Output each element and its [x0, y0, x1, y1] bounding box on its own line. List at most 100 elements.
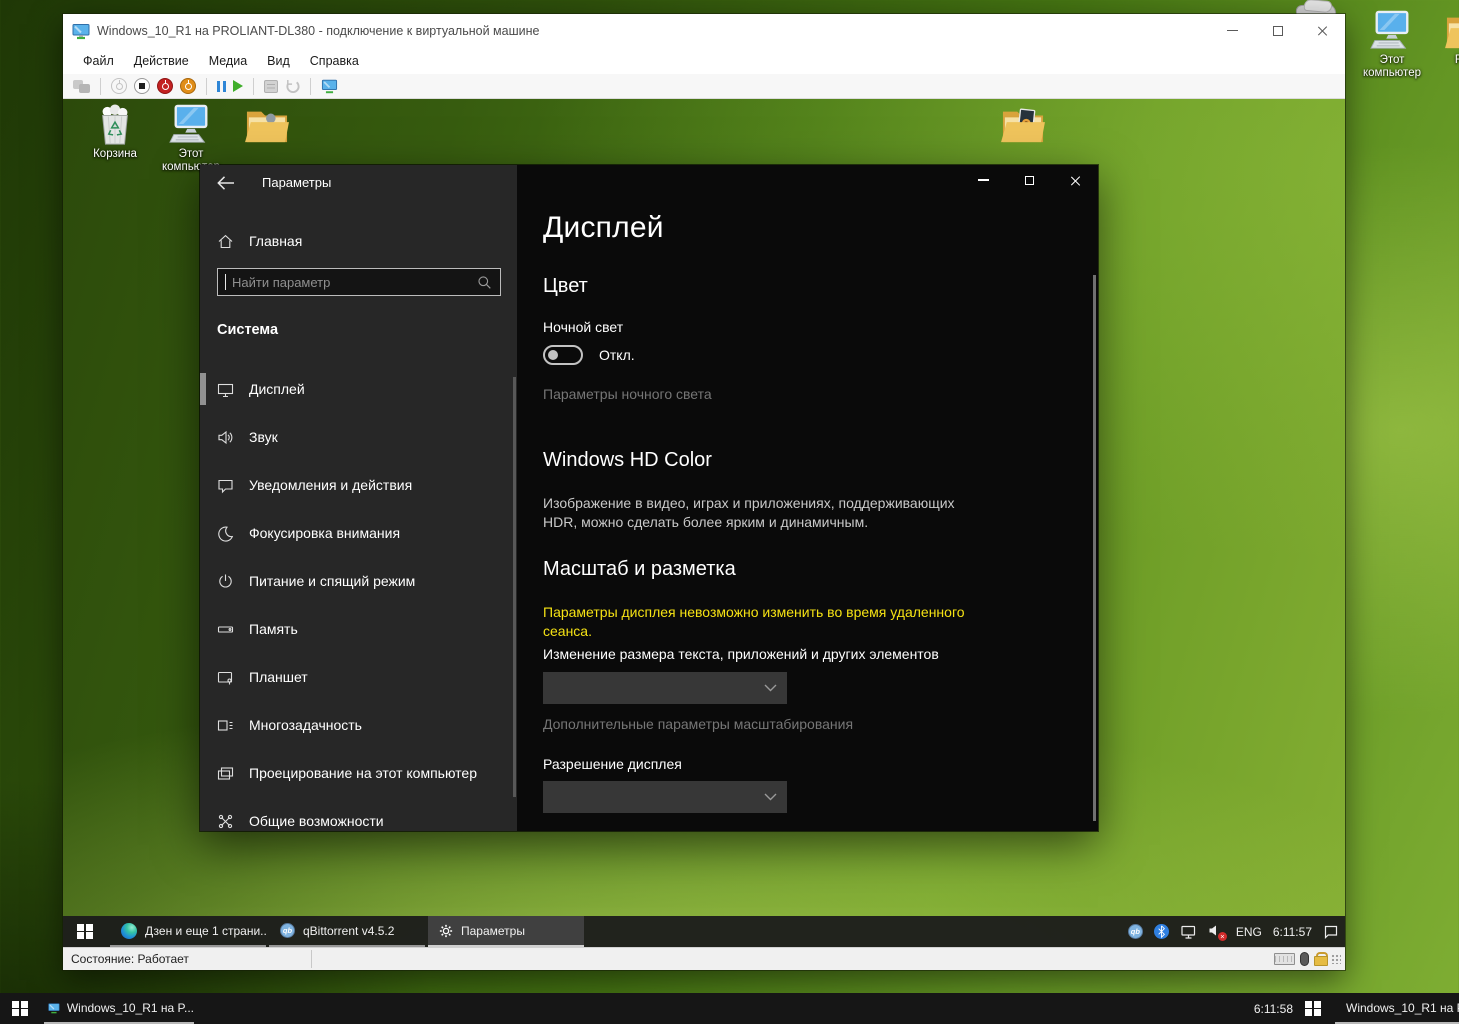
- host-desktop-icon-folder[interactable]: Rom: [1432, 10, 1459, 67]
- ctrl-alt-del-icon[interactable]: [73, 80, 90, 93]
- sidebar-nav: Дисплей Звук Уведомления и действия: [200, 365, 517, 831]
- tablet-icon: [217, 669, 234, 686]
- scaling-dropdown[interactable]: [543, 672, 787, 704]
- maximize-button[interactable]: [1255, 14, 1300, 47]
- taskbar-task-qbittorrent[interactable]: qb qBittorrent v4.5.2: [269, 916, 425, 947]
- toolbar: [63, 74, 1345, 99]
- vm-system-tray: qb ENG 6:11:57: [1128, 916, 1339, 947]
- resolution-dropdown[interactable]: [543, 781, 787, 813]
- moon-icon: [217, 525, 234, 542]
- menu-help[interactable]: Справка: [300, 54, 369, 68]
- menu-media[interactable]: Медиа: [199, 54, 257, 68]
- sidebar-item-sound[interactable]: Звук: [200, 413, 517, 461]
- sidebar-item-notifications[interactable]: Уведомления и действия: [200, 461, 517, 509]
- host-icon-label: Этот компьютер: [1352, 54, 1432, 80]
- sidebar-item-display[interactable]: Дисплей: [200, 365, 517, 413]
- qbittorrent-tray-icon[interactable]: qb: [1128, 924, 1143, 939]
- mouse-capture-icon: [1300, 952, 1309, 966]
- resolution-label: Разрешение дисплея: [543, 756, 682, 772]
- settings-title: Параметры: [262, 175, 331, 190]
- host-start-button[interactable]: [0, 993, 40, 1024]
- color-heading: Цвет: [543, 275, 588, 298]
- resize-label: Изменение размера текста, приложений и д…: [543, 646, 939, 662]
- vmconnect-statusbar: Состояние: Работает: [63, 947, 1345, 970]
- sidebar-item-storage[interactable]: Память: [200, 605, 517, 653]
- revert-icon: [285, 79, 300, 94]
- host-taskbar: Windows_10_R1 на P... 6:11:58 Windows_10…: [0, 993, 1459, 1024]
- resume-icon[interactable]: [233, 80, 243, 92]
- windows-logo-icon: [12, 1001, 28, 1017]
- back-button[interactable]: [216, 174, 236, 192]
- vm-desktop-icon-this-pc[interactable]: Этот компьютер: [151, 104, 231, 174]
- search-icon[interactable]: [477, 275, 492, 290]
- sidebar-item-shared-experiences[interactable]: Общие возможности: [200, 797, 517, 831]
- vm-desktop-icon-recycle-bin[interactable]: Корзина: [75, 104, 155, 161]
- toolbar-separator: [100, 78, 101, 95]
- toolbar-separator: [253, 78, 254, 95]
- menu-file[interactable]: Файл: [73, 54, 124, 68]
- sidebar-scrollbar[interactable]: [513, 377, 516, 797]
- volume-muted-icon[interactable]: [1208, 924, 1225, 939]
- sidebar-item-label: Звук: [249, 429, 278, 445]
- sidebar-item-projecting[interactable]: Проецирование на этот компьютер: [200, 749, 517, 797]
- vm-window-icon: [72, 22, 90, 40]
- vm-window-icon: [48, 1000, 60, 1016]
- recycle-bin-icon: [92, 104, 138, 146]
- sidebar-item-tablet[interactable]: Планшет: [200, 653, 517, 701]
- folder-icon: [1444, 10, 1459, 52]
- night-light-settings-link[interactable]: Параметры ночного света: [543, 386, 712, 402]
- taskbar-task-settings[interactable]: Параметры: [428, 916, 584, 947]
- sidebar-item-home[interactable]: Главная: [200, 223, 517, 259]
- host-start-button-monitor2[interactable]: [1295, 993, 1331, 1024]
- host-task-vmconnect[interactable]: Windows_10_R1 на P...: [44, 993, 194, 1024]
- close-button[interactable]: [1300, 14, 1345, 47]
- sidebar-item-multitasking[interactable]: Многозадачность: [200, 701, 517, 749]
- action-center-icon[interactable]: [1323, 924, 1339, 939]
- vm-start-button[interactable]: [63, 916, 107, 947]
- main-scrollbar[interactable]: [1093, 275, 1096, 821]
- search-input[interactable]: [226, 275, 477, 290]
- settings-maximize-button[interactable]: [1006, 165, 1052, 195]
- host-task-vmconnect-monitor2[interactable]: Windows_10_R1 на P.: [1335, 993, 1459, 1024]
- resize-grip[interactable]: [1331, 954, 1341, 964]
- language-indicator[interactable]: ENG: [1236, 925, 1262, 939]
- menu-bar: Файл Действие Медиа Вид Справка: [63, 47, 1345, 74]
- screen: { "colors": { "host_wallpaper_green": "#…: [0, 0, 1459, 1024]
- minimize-button[interactable]: [1210, 14, 1255, 47]
- vm-desktop-icon-user-folder[interactable]: [227, 104, 307, 146]
- turn-off-icon[interactable]: [134, 78, 150, 94]
- settings-minimize-button[interactable]: [960, 165, 1006, 195]
- chevron-down-icon: [764, 684, 777, 692]
- shutdown-icon[interactable]: [157, 78, 173, 94]
- power-icon: [217, 573, 234, 590]
- vmconnect-titlebar[interactable]: Windows_10_R1 на PROLIANT-DL380 - подклю…: [63, 14, 1345, 47]
- taskbar-task-edge[interactable]: Дзен и еще 1 страни...: [110, 916, 266, 947]
- task-label: Windows_10_R1 на P...: [67, 1001, 194, 1015]
- hd-color-heading: Windows HD Color: [543, 449, 712, 472]
- settings-close-button[interactable]: [1052, 165, 1098, 195]
- bluetooth-icon[interactable]: [1154, 924, 1169, 939]
- menu-view[interactable]: Вид: [257, 54, 300, 68]
- search-box[interactable]: [217, 268, 501, 296]
- start-vm-icon: [111, 78, 127, 94]
- windows-logo-icon: [1305, 1001, 1321, 1017]
- pause-icon[interactable]: [217, 81, 226, 92]
- save-state-icon[interactable]: [180, 78, 196, 94]
- host-desktop-icon-this-pc[interactable]: Этот компьютер: [1352, 10, 1432, 80]
- multitasking-icon: [217, 717, 234, 734]
- mute-badge: [1218, 932, 1227, 941]
- host-icon-label: Rom: [1455, 54, 1459, 67]
- vm-desktop-icon-pictures-folder[interactable]: [983, 104, 1063, 146]
- sidebar-item-focus-assist[interactable]: Фокусировка внимания: [200, 509, 517, 557]
- sidebar-item-power-sleep[interactable]: Питание и спящий режим: [200, 557, 517, 605]
- vm-clock[interactable]: 6:11:57: [1273, 925, 1312, 939]
- toolbar-separator: [310, 78, 311, 95]
- night-light-toggle[interactable]: [543, 345, 583, 365]
- enhanced-session-icon[interactable]: [321, 78, 338, 94]
- scale-heading: Масштаб и разметка: [543, 558, 736, 581]
- host-clock[interactable]: 6:11:58: [1254, 993, 1293, 1024]
- menu-action[interactable]: Действие: [124, 54, 199, 68]
- network-icon[interactable]: [1180, 924, 1197, 939]
- user-folder-icon: [244, 104, 290, 146]
- advanced-scaling-link[interactable]: Дополнительные параметры масштабирования: [543, 716, 853, 732]
